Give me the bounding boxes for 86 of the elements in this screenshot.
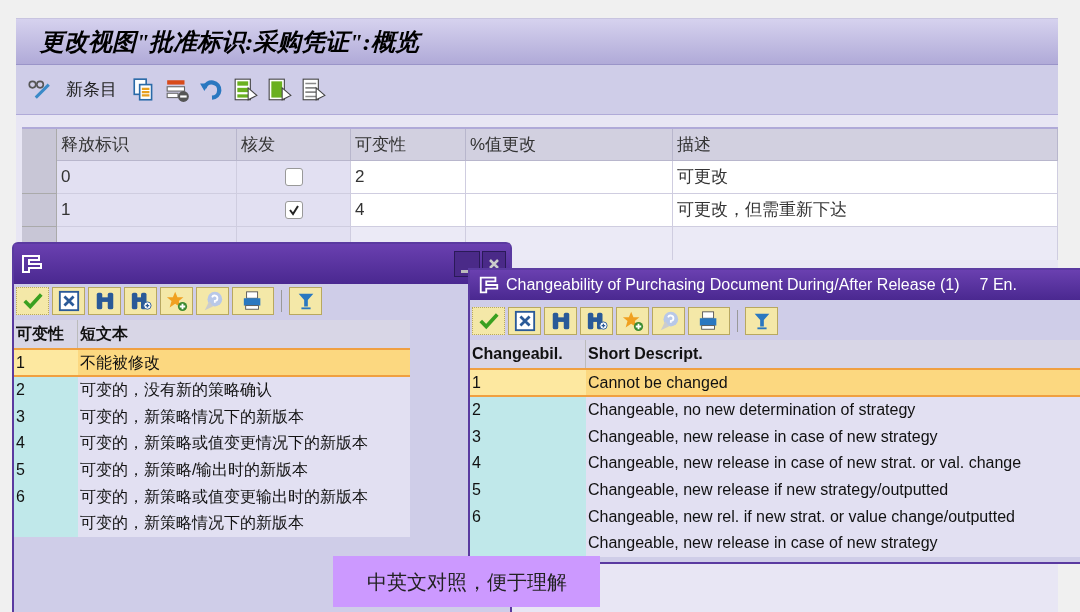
list-cell-text: 可变的，新策略情况下的新版本 <box>79 406 305 427</box>
table-cell: 可更改，但需重新下达 <box>673 194 1058 227</box>
select-all-icon <box>267 76 293 103</box>
column-header: Short Descript. <box>587 344 704 364</box>
table-cell: 1 <box>57 194 237 227</box>
cancel-button[interactable] <box>52 287 85 315</box>
check-button[interactable] <box>16 287 49 315</box>
list-cell-text: Changeable, no new determination of strategy <box>587 400 917 421</box>
deselect-button[interactable] <box>301 76 327 103</box>
list-cell-text: Changeable, new rel. if new strat. or value change/outputted <box>587 506 1016 527</box>
check-button[interactable] <box>472 307 505 335</box>
list-cell-text: 4 <box>16 433 25 454</box>
column-header: %值更改 <box>466 129 673 161</box>
column-header: 可变性 <box>351 129 466 161</box>
list-row[interactable]: 5 可变的，新策略/输出时的新版本 <box>14 456 410 484</box>
new-entries-button[interactable]: 新条目 <box>60 76 123 103</box>
star-plus-icon <box>621 310 644 332</box>
column-header: 可变性 <box>14 320 78 348</box>
column-header: 释放标识 <box>57 129 237 161</box>
list-cell-text: 1 <box>16 352 25 373</box>
close-icon <box>488 258 500 270</box>
list-cell-text: 可变的，新策略情况下的新版本 <box>79 513 305 534</box>
list-row[interactable]: 1 Cannot be changed <box>470 370 1080 397</box>
list-row[interactable]: 1 不能被修改 <box>14 350 410 377</box>
select-block-icon <box>233 76 259 103</box>
list-cell-text: 6 <box>472 506 481 527</box>
column-header: 核发 <box>237 129 351 161</box>
list-row[interactable]: 可变的，新策略情况下的新版本 <box>14 509 410 537</box>
row-header-corner <box>22 129 57 161</box>
list-row[interactable]: 4 Changeable, new release in case of new strat. or val. change <box>470 450 1080 477</box>
cancel-icon <box>57 290 80 312</box>
checkmark-icon <box>287 204 300 216</box>
table-cell: 4 <box>351 194 466 227</box>
list-cell-text: 6 <box>16 486 25 507</box>
list-cell-text: 1 <box>472 372 481 393</box>
printer-button[interactable] <box>688 307 730 335</box>
list-row[interactable]: 5 Changeable, new release if new strategy/outputted <box>470 476 1080 504</box>
column-header: 描述 <box>673 129 1058 161</box>
list-row[interactable]: 3 可变的，新策略情况下的新版本 <box>14 403 410 431</box>
column-header: 短文本 <box>79 324 129 344</box>
list-cell-text: 可变的，没有新的策略确认 <box>79 380 273 401</box>
table-cell: 可更改 <box>673 161 1058 194</box>
list-cell-text: 可变的，新策略或值变更输出时的新版本 <box>79 486 369 507</box>
dialog-icon <box>20 252 44 276</box>
dialog-title: Changeability of Purchasing Document During/After Release (1) <box>506 275 960 295</box>
list-cell-text: Changeable, new release in case of new strat. or val. change <box>587 453 1023 474</box>
list-cell-text: Changeable, new release in case of new strategy <box>587 533 939 554</box>
star-plus-button[interactable] <box>160 287 193 315</box>
caption-label: 中英文对照，便于理解 <box>333 556 600 607</box>
dialog-icon <box>478 274 500 296</box>
select-all-button[interactable] <box>267 76 293 103</box>
list-cell-text: 2 <box>16 380 25 401</box>
checkbox[interactable] <box>284 201 303 219</box>
list-cell-text: 可变的，新策略/输出时的新版本 <box>79 460 310 481</box>
list-row[interactable]: 2 Changeable, no new determination of strategy <box>470 397 1080 424</box>
table-cell: 2 <box>351 161 466 194</box>
deselect-icon <box>301 76 327 103</box>
cancel-button[interactable] <box>508 307 541 335</box>
list-cell-text: 5 <box>16 460 25 481</box>
list-cell-text: 可变的，新策略或值变更情况下的新版本 <box>79 433 369 454</box>
list-cell-text: 2 <box>472 400 481 421</box>
list-cell-text: Cannot be changed <box>587 372 729 393</box>
printer-button[interactable] <box>232 287 274 315</box>
list-row[interactable]: 6 Changeable, new rel. if new strat. or value change/outputted <box>470 503 1080 530</box>
list-cell-text: Changeable, new release in case of new strategy <box>587 426 939 447</box>
cancel-icon <box>513 310 536 332</box>
list-cell-text: 不能被修改 <box>79 352 161 373</box>
list-cell-text: 3 <box>472 426 481 447</box>
star-plus-button[interactable] <box>616 307 649 335</box>
list-cell-text: 4 <box>472 453 481 474</box>
list-row[interactable]: 3 Changeable, new release in case of new strategy <box>470 423 1080 451</box>
list-cell-text: Changeable, new release if new strategy/outputted <box>587 480 950 501</box>
list-row[interactable]: Changeable, new release in case of new strategy <box>470 529 1080 557</box>
list-row[interactable]: 4 可变的，新策略或值变更情况下的新版本 <box>14 430 410 457</box>
filter-button[interactable] <box>289 287 322 315</box>
filter-button[interactable] <box>745 307 778 335</box>
select-block-button[interactable] <box>233 76 259 103</box>
checkbox[interactable] <box>284 168 303 186</box>
entry-count: 7 En. <box>979 275 1017 295</box>
table-cell: 0 <box>57 161 237 194</box>
list-cell-text: 5 <box>472 480 481 501</box>
list-row[interactable]: 2 可变的，没有新的策略确认 <box>14 377 410 404</box>
list-cell-text: 3 <box>16 406 25 427</box>
list-row[interactable]: 6 可变的，新策略或值变更输出时的新版本 <box>14 483 410 510</box>
column-header: Changeabil. <box>470 340 586 368</box>
star-plus-icon <box>165 290 188 312</box>
